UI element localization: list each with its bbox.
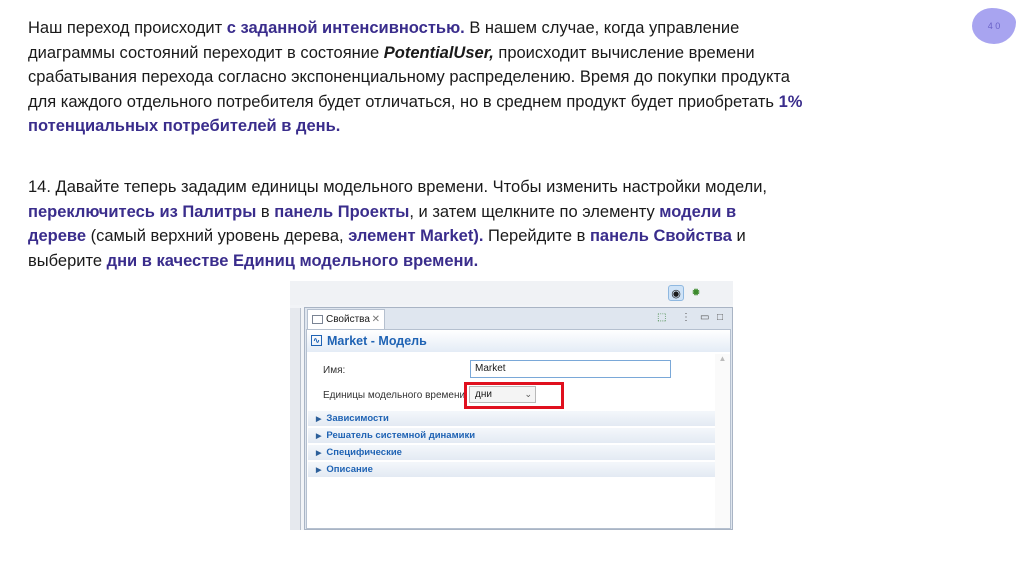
section-dependencies[interactable]: ▶ Зависимости [308,411,717,426]
title-text: Market - Модель [327,334,427,348]
intro-paragraph: Наш переход происходит с заданной интенс… [28,16,818,139]
section-label: Зависимости [326,413,389,424]
section-sd-solver[interactable]: ▶ Решатель системной динамики [308,428,717,443]
close-icon[interactable]: ✕ [372,310,380,329]
text: 14. Давайте теперь зададим единицы модел… [28,178,768,196]
view-menu-icon[interactable]: ⋮ [681,312,691,323]
maximize-icon[interactable]: □ [717,312,723,323]
state-name: PotentialUser, [383,43,494,62]
emphasis: с заданной интенсивностью. [226,19,465,37]
properties-title: ∿ Market - Модель [307,330,730,352]
tab-label: Свойства [326,314,370,325]
expand-icon: ▶ [316,467,322,474]
section-description[interactable]: ▶ Описание [308,462,717,477]
expand-icon: ▶ [316,433,322,440]
properties-screenshot: ◉ ✹ Свойства ✕ ⬚ ⋮ ▭ □ ∿ Market - Модель … [290,281,733,530]
emphasis: элемент Market). [348,227,484,245]
scrollbar[interactable]: ▲ [715,354,730,528]
text: , и затем щелкните по элементу [409,202,660,221]
text: Наш переход происходит [28,19,227,37]
units-label: Единицы модельного времени: [323,390,468,401]
slide-number-badge: 4 0 [972,8,1016,44]
highlight-box [464,382,564,409]
name-input[interactable]: Market [470,360,671,378]
properties-icon [312,315,323,324]
emphasis: панель Проекты [274,202,410,221]
text: в [256,202,275,221]
minimize-icon[interactable]: ▭ [700,312,709,323]
expand-icon: ▶ [316,416,322,423]
expand-icon: ▶ [316,450,322,457]
name-label: Имя: [323,365,346,376]
emphasis: панель Свойства [589,227,732,245]
perspective-icon[interactable]: ◉ [668,285,684,301]
pin-icon[interactable]: ⬚ [657,312,666,323]
properties-panel: Свойства ✕ ⬚ ⋮ ▭ □ ∿ Market - Модель Имя:… [304,307,733,530]
left-panel-edge [290,308,301,530]
text: Перейдите в [483,227,590,245]
step-14-paragraph: 14. Давайте теперь зададим единицы модел… [28,175,788,273]
emphasis: переключитесь из Палитры [28,202,257,221]
model-icon: ∿ [311,335,322,346]
section-label: Описание [326,464,373,475]
section-label: Специфические [326,447,402,458]
section-specific[interactable]: ▶ Специфические [308,445,717,460]
properties-content: ∿ Market - Модель Имя: Market Единицы мод… [306,329,731,529]
tab-properties[interactable]: Свойства ✕ [307,309,385,329]
text: (самый верхний уровень дерева, [86,227,349,245]
toolbar: ◉ ✹ [290,281,733,305]
debug-gear-icon[interactable]: ✹ [688,285,704,301]
section-label: Решатель системной динамики [326,430,476,441]
emphasis: дни в качестве Единиц модельного времени… [106,251,479,270]
